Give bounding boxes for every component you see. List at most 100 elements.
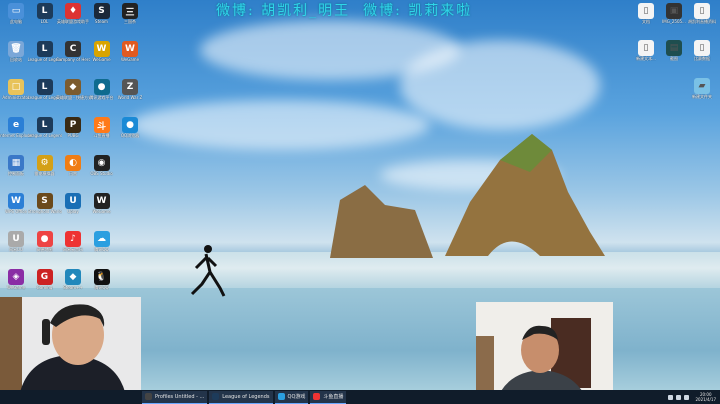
desktop-icon-label: 三国杀 — [124, 19, 136, 24]
desktop-icon[interactable]: 🐧 腾讯QQ — [88, 269, 116, 290]
desktop-icon[interactable]: SStronghold Warlords — [28, 193, 62, 214]
desktop-icon[interactable]: W WeGame — [116, 41, 144, 62]
app-icon — [145, 393, 152, 400]
desktop-icon-label: World War Z — [117, 95, 143, 100]
app-icon: L — [36, 79, 53, 95]
app-icon: ☁ — [93, 231, 110, 247]
desktop-icon-label: 腾讯QQ — [94, 285, 109, 290]
taskbar-app-button[interactable]: League of Legends — [209, 390, 273, 404]
desktop-icon[interactable]: ● QQ浏览器 — [116, 117, 144, 138]
app-icon: 🗑 — [8, 41, 24, 57]
desktop-icon[interactable]: W WeGame — [88, 193, 116, 214]
app-icon: ⚙ — [36, 155, 53, 171]
desktop-icon[interactable]: ▦ 控制面板 — [2, 155, 30, 176]
file-icon: ▯ — [694, 3, 710, 19]
desktop-icon[interactable]: ☁ 腾讯QQ — [88, 231, 116, 252]
clock-date: 2021/4/17 — [695, 397, 716, 402]
app-icon: G — [36, 269, 53, 285]
desktop-icon-label: 胡凯利直播资料 — [688, 19, 716, 24]
desktop-icon-label: WeGame — [92, 209, 111, 214]
app-icon: ◐ — [65, 155, 81, 171]
network-icon[interactable] — [668, 394, 674, 400]
taskbar-app-button[interactable]: QQ游戏 — [274, 390, 309, 404]
desktop-icon[interactable]: U Uplay — [59, 193, 87, 214]
app-icon: ◆ — [65, 79, 81, 95]
app-icon — [212, 393, 220, 400]
desktop-icon-label: OBS Studio — [90, 171, 113, 176]
desktop-icon[interactable]: ▤ 截图 — [660, 40, 688, 61]
desktop-icon[interactable]: W WPS Office — [2, 193, 30, 214]
file-icon: ▯ — [638, 40, 654, 56]
desktop-icon[interactable]: LLeague of Legends — [28, 79, 62, 100]
desktop-icon[interactable]: ◈ WeGame — [2, 269, 30, 290]
app-icon: W — [8, 193, 24, 209]
desktop-icon[interactable]: S Steam — [88, 3, 116, 24]
desktop-icon[interactable]: ♦ 英雄联盟游戏助手 — [57, 3, 89, 24]
desktop-icon-label: 比赛数据 — [694, 56, 710, 61]
desktop-icon[interactable]: LLeague of Legends — [28, 117, 62, 138]
desktop-icon[interactable]: W WeGame — [88, 41, 116, 62]
desktop-icon[interactable]: ♪ 网易云音乐 — [59, 231, 87, 252]
desktop-icon[interactable]: ⚙ 雷电模拟器 — [31, 155, 59, 176]
webcam-left — [0, 297, 141, 392]
volume-icon[interactable] — [676, 394, 682, 400]
file-icon: ▣ — [666, 3, 682, 19]
app-icon: ● — [36, 231, 53, 247]
taskbar-app-button[interactable]: Profiles Untitled - ... — [142, 390, 208, 404]
desktop-icon[interactable]: ● 腾讯游戏平台 — [88, 79, 116, 100]
desktop-icon[interactable]: ▯ 文档 — [632, 3, 660, 24]
desktop-icon[interactable]: ▰ 新建文件夹 — [688, 78, 716, 99]
taskbar-app-label: Profiles Untitled - ... — [155, 393, 205, 400]
stream-overlay-text: 微博: 胡凯利_明王 微博: 凯莉来啦 — [216, 3, 473, 19]
desktop-icon[interactable]: G Gaming — [31, 269, 59, 290]
desktop-icon[interactable]: ◐ 迅雷 — [59, 155, 87, 176]
desktop-icon[interactable]: ▯ 新建文本... — [632, 40, 660, 61]
app-icon: U — [65, 193, 81, 209]
app-icon: ♦ — [65, 3, 81, 19]
taskbar-app-button[interactable]: 斗鱼直播 — [310, 390, 347, 404]
desktop-icon[interactable]: P PUBG — [59, 117, 87, 138]
desktop-icon[interactable]: L LOL — [31, 3, 59, 24]
app-icon — [277, 393, 285, 400]
app-icon: 三 — [122, 3, 138, 19]
file-icon: ▰ — [694, 78, 710, 94]
cloud — [130, 100, 430, 150]
file-icon: ▯ — [694, 40, 710, 56]
app-icon: L — [36, 41, 53, 57]
desktop-icon[interactable]: LLeague of Legends — [28, 41, 62, 62]
webcam-right — [476, 302, 613, 402]
desktop-icon[interactable]: ▣ IMG_2505... — [660, 3, 688, 24]
desktop-icon-label: 新建文件夹 — [692, 94, 712, 99]
app-icon: ◆ — [65, 269, 81, 285]
desktop-icon[interactable]: ● 高德地图 — [31, 231, 59, 252]
desktop-icon[interactable]: □ Administrator — [2, 79, 30, 100]
app-icon: ◉ — [93, 155, 110, 171]
app-icon — [313, 393, 321, 400]
desktop-icon[interactable]: CCompany of Heroes 2 — [56, 41, 90, 62]
app-icon: S — [36, 193, 53, 209]
desktop-icon[interactable]: 斗斗鱼直播 — [88, 117, 116, 138]
app-icon: ◈ — [8, 269, 24, 285]
desktop-icon[interactable]: ▯ 比赛数据 — [688, 40, 716, 61]
clock[interactable]: 20:00 2021/4/17 — [695, 392, 716, 402]
taskbar-app-label: League of Legends — [222, 393, 270, 400]
desktop-icon[interactable]: ▭ 此电脑 — [2, 3, 30, 24]
app-icon: L — [36, 3, 53, 19]
desktop-icon[interactable]: ◉ OBS Studio — [88, 155, 116, 176]
file-icon: ▤ — [666, 40, 682, 56]
desktop-icon[interactable]: e Internet Explorer — [0, 117, 33, 138]
app-icon: W — [93, 41, 110, 57]
desktop-icon[interactable]: ▯ 胡凯利直播资料 — [688, 3, 716, 24]
desktop-icon[interactable]: U 网易UU — [2, 231, 30, 252]
guest-portrait — [476, 302, 613, 402]
desktop-icon[interactable]: ◆ 英雄联盟 - 快捷方式 — [56, 79, 90, 100]
desktop-icon[interactable]: 🗑 回收站 — [2, 41, 30, 62]
app-icon: P — [65, 117, 81, 133]
app-icon: W — [93, 193, 110, 209]
desktop-icon[interactable]: ◆ Steam++ — [59, 269, 87, 290]
ime-icon[interactable] — [684, 394, 690, 400]
app-icon: W — [122, 41, 138, 57]
desktop-icon[interactable]: 三三国杀 — [116, 3, 144, 24]
desktop-icon[interactable]: Z World War Z — [116, 79, 144, 100]
app-icon: 斗 — [93, 117, 110, 133]
